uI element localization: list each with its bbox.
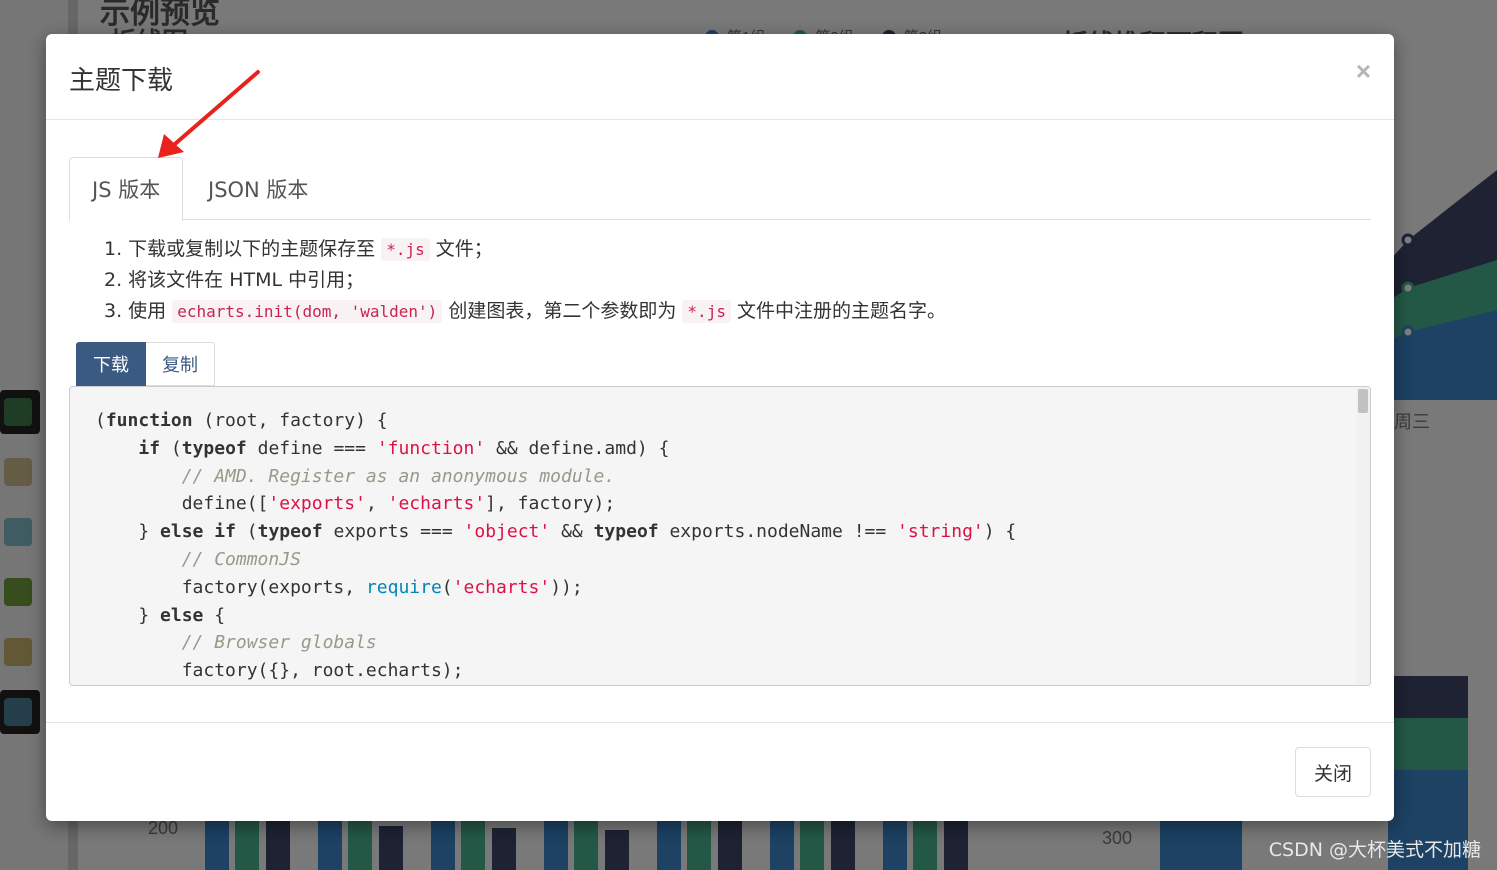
code-line: factory(exports, require('echarts')); (95, 576, 583, 598)
instruction-steps: 1. 下载或复制以下的主题保存至 *.js 文件； 2. 将该文件在 HTML … (104, 234, 946, 327)
step-text: 1. 下载或复制以下的主题保存至 (104, 238, 376, 260)
code-line: // AMD. Register as an anonymous module. (181, 465, 616, 487)
code-line: } else { (95, 604, 226, 626)
inline-code: *.js (381, 238, 430, 261)
theme-code-block[interactable]: (function (root, factory) { if (typeof d… (69, 386, 1371, 686)
step-text: 3. 使用 (104, 300, 167, 322)
watermark: CSDN @大杯美式不加糖 (1268, 839, 1481, 861)
code-line: // CommonJS (181, 548, 301, 570)
code-line: // Browser globals (181, 632, 377, 654)
annotation-arrow-icon (158, 70, 260, 158)
inline-code: *.js (682, 300, 731, 323)
step-1: 1. 下载或复制以下的主题保存至 *.js 文件； (104, 234, 946, 265)
step-3: 3. 使用 echarts.init(dom, 'walden') 创建图表，第… (104, 296, 946, 327)
close-button[interactable]: 关闭 (1294, 747, 1371, 797)
step-text: 文件； (435, 238, 493, 260)
code-line: } else if (typeof exports === 'object' &… (95, 521, 1017, 543)
code-scrollbar[interactable] (1356, 387, 1370, 685)
copy-button[interactable]: 复制 (146, 342, 215, 386)
step-text: 创建图表，第二个参数即为 (448, 300, 677, 322)
code-line: factory({}, root.echarts); (95, 660, 464, 682)
close-icon[interactable]: × (1356, 56, 1371, 87)
step-text: 2. 将该文件在 HTML 中引用； (104, 269, 365, 291)
download-button[interactable]: 下载 (76, 342, 146, 386)
inline-code: echarts.init(dom, 'walden') (172, 300, 443, 323)
code-line: if (typeof define === 'function' && defi… (138, 437, 670, 459)
code-line: (function (root, factory) { (95, 410, 388, 431)
step-2: 2. 将该文件在 HTML 中引用； (104, 265, 946, 296)
action-tabs: 下载 复制 (76, 342, 215, 386)
scrollbar-thumb[interactable] (1358, 389, 1368, 413)
code-content: (function (root, factory) { if (typeof d… (95, 407, 1016, 685)
step-text: 文件中注册的主题名字。 (737, 300, 947, 322)
modal-footer: 关闭 (46, 722, 1394, 821)
code-line: define(['exports', 'echarts'], factory); (95, 493, 616, 515)
